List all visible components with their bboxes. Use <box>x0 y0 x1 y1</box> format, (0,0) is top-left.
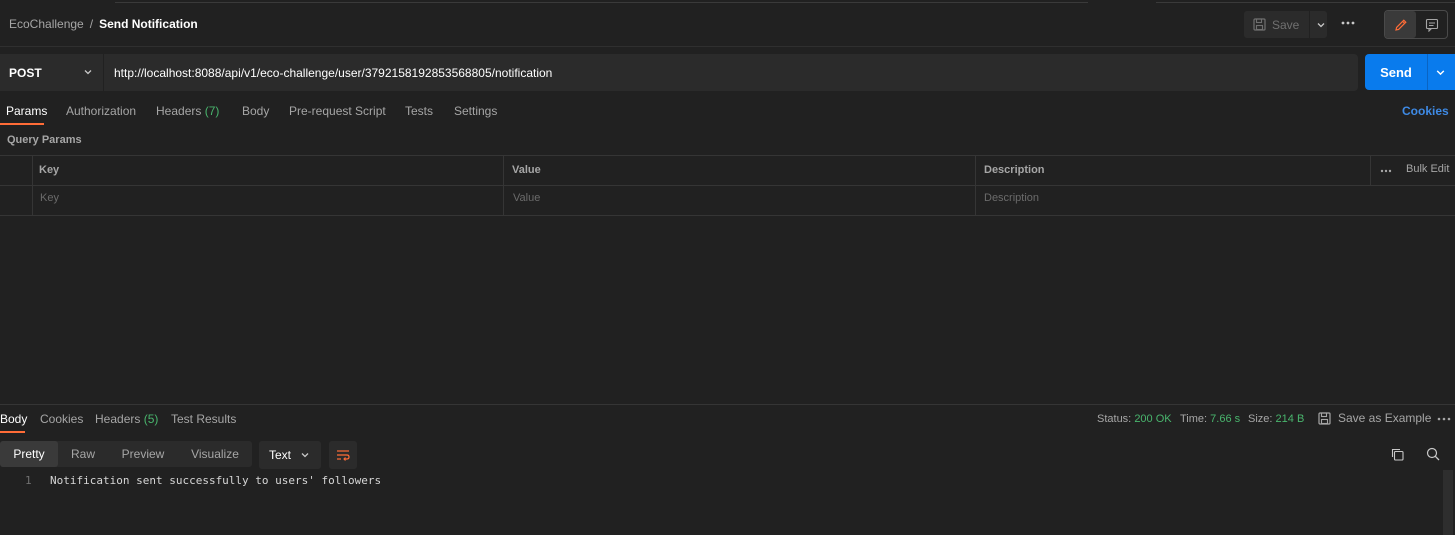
table-divider <box>1370 155 1371 185</box>
format-raw[interactable]: Raw <box>58 441 108 467</box>
response-format-tabs: Pretty Raw Preview Visualize <box>0 441 252 467</box>
table-divider <box>32 155 33 215</box>
url-text: http://localhost:8088/api/v1/eco-challen… <box>114 65 553 80</box>
view-mode-toggle <box>1384 10 1448 39</box>
save-divider <box>1309 11 1311 38</box>
ellipsis-icon[interactable] <box>1437 412 1451 426</box>
breadcrumb: EcoChallenge / Send Notification <box>9 17 198 31</box>
tab-tests[interactable]: Tests <box>405 104 433 118</box>
response-tab-headers[interactable]: Headers (5) <box>95 412 158 426</box>
save-as-example-label: Save as Example <box>1338 411 1432 425</box>
save-as-example-button[interactable]: Save as Example <box>1318 411 1431 425</box>
save-icon <box>1318 411 1331 425</box>
table-border <box>0 215 1455 216</box>
table-divider <box>503 155 504 215</box>
search-icon[interactable] <box>1426 447 1440 461</box>
key-input[interactable]: Key <box>40 192 59 204</box>
value-input[interactable]: Value <box>513 192 540 204</box>
response-pane-divider[interactable] <box>0 404 1455 405</box>
chevron-down-icon[interactable] <box>1316 20 1326 30</box>
more-actions-icon[interactable] <box>1339 14 1357 32</box>
line-number: 1 <box>25 474 32 487</box>
ellipsis-icon[interactable] <box>1380 164 1394 178</box>
method-select[interactable]: POST <box>0 54 103 91</box>
chevron-down-icon[interactable] <box>1435 67 1446 78</box>
bulk-edit-link[interactable]: Bulk Edit <box>1406 163 1449 175</box>
table-divider <box>975 155 976 215</box>
active-tab-indicator <box>0 123 44 125</box>
tab-params[interactable]: Params <box>6 104 47 118</box>
comment-icon[interactable] <box>1416 11 1447 38</box>
send-divider <box>1427 54 1428 90</box>
response-tab-body[interactable]: Body <box>0 412 27 426</box>
send-button[interactable]: Send <box>1365 54 1455 90</box>
tab-pre-request-script[interactable]: Pre-request Script <box>289 104 386 118</box>
response-tab-cookies[interactable]: Cookies <box>40 412 83 426</box>
breadcrumb-request-name[interactable]: Send Notification <box>99 17 198 31</box>
tab-body[interactable]: Body <box>242 104 269 118</box>
response-headers-count: (5) <box>143 412 159 426</box>
column-header-key: Key <box>39 164 60 176</box>
table-border <box>0 155 1455 156</box>
format-pretty[interactable]: Pretty <box>0 441 58 467</box>
headers-count: (7) <box>204 104 220 118</box>
send-label: Send <box>1380 64 1412 80</box>
breadcrumb-separator: / <box>89 17 94 31</box>
active-response-tab-indicator <box>0 431 25 433</box>
tab-strip-edge <box>115 0 1088 3</box>
format-visualize[interactable]: Visualize <box>178 441 252 467</box>
top-bar <box>0 0 1455 47</box>
chevron-down-icon <box>83 67 93 77</box>
save-icon <box>1253 18 1266 31</box>
language-label: Text <box>269 448 292 462</box>
description-input[interactable]: Description <box>984 192 1039 204</box>
response-size[interactable]: Size: 214 B <box>1248 413 1304 425</box>
url-input[interactable]: http://localhost:8088/api/v1/eco-challen… <box>104 54 1358 91</box>
chevron-down-icon <box>300 450 310 460</box>
response-language-select[interactable]: Text <box>259 441 321 469</box>
save-label: Save <box>1272 17 1300 32</box>
tab-settings[interactable]: Settings <box>454 104 497 118</box>
save-button[interactable]: Save <box>1244 11 1327 38</box>
column-header-description: Description <box>984 164 1045 176</box>
tab-authorization[interactable]: Authorization <box>66 104 136 118</box>
scrollbar[interactable] <box>1443 470 1453 535</box>
query-params-title: Query Params <box>7 134 82 146</box>
copy-icon[interactable] <box>1391 448 1404 461</box>
tab-strip-edge <box>1156 0 1455 3</box>
tab-headers[interactable]: Headers (7) <box>156 104 219 118</box>
response-time[interactable]: Time: 7.66 s <box>1180 413 1240 425</box>
cookies-link[interactable]: Cookies <box>1402 104 1449 118</box>
breadcrumb-collection[interactable]: EcoChallenge <box>9 17 84 31</box>
response-status: Status: 200 OK <box>1097 413 1172 425</box>
response-tab-test-results[interactable]: Test Results <box>171 412 236 426</box>
table-border <box>0 185 1455 186</box>
wrap-lines-icon[interactable] <box>329 441 357 469</box>
column-header-value: Value <box>512 164 541 176</box>
format-preview[interactable]: Preview <box>108 441 178 467</box>
method-label: POST <box>9 65 42 80</box>
pencil-icon[interactable] <box>1385 11 1416 38</box>
response-body-line[interactable]: Notification sent successfully to users'… <box>50 474 381 487</box>
